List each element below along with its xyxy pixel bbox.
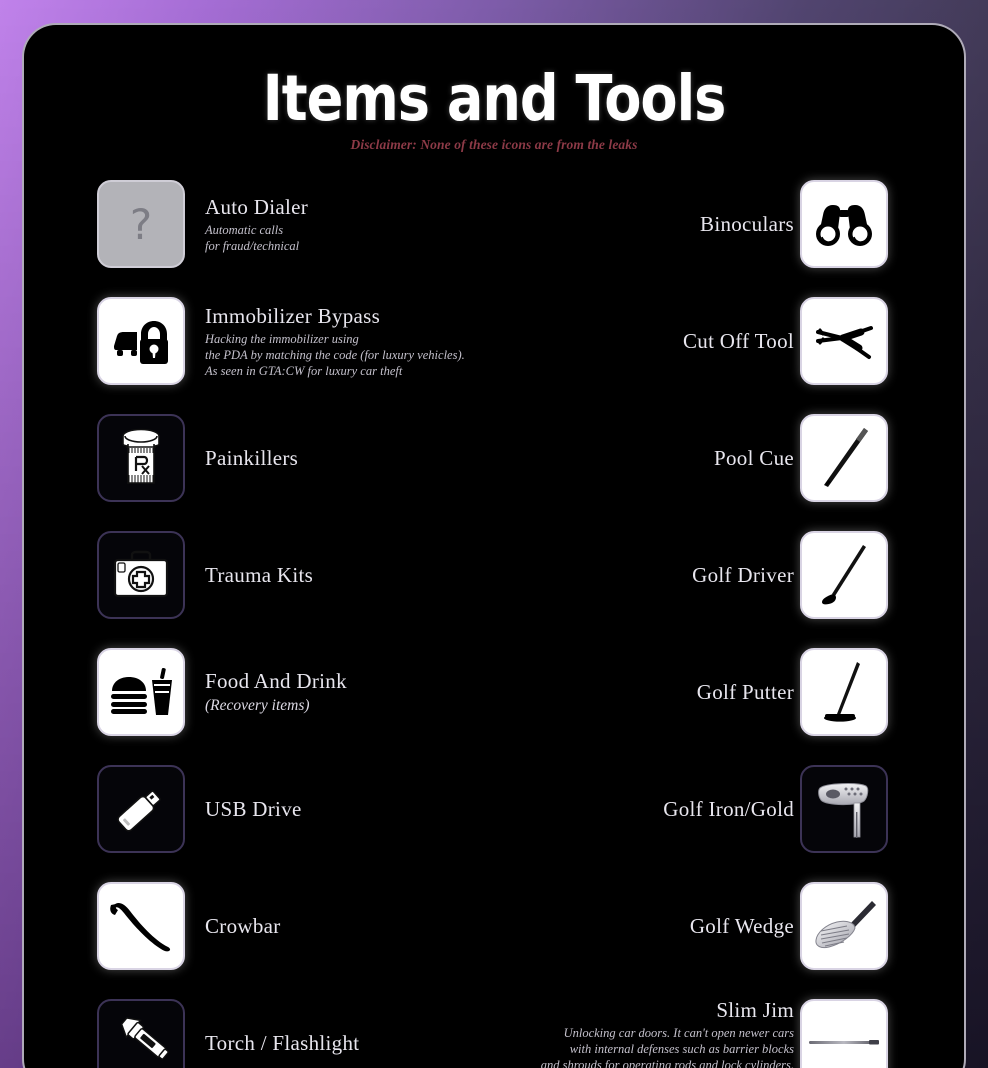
item-tile-question-mark-icon[interactable]: ? bbox=[97, 180, 185, 268]
item-name: Golf Putter bbox=[696, 679, 794, 704]
pool-cue-icon bbox=[814, 425, 874, 491]
page-title: Items and Tools bbox=[262, 62, 727, 135]
item-name: Painkillers bbox=[205, 445, 299, 470]
item-name: Golf Iron/Gold bbox=[663, 796, 794, 821]
item-tile-golf-iron-icon[interactable] bbox=[800, 765, 888, 853]
item-description: Automatic calls for fraud/technical bbox=[205, 222, 300, 253]
item-tile-usb-drive-icon[interactable] bbox=[97, 765, 185, 853]
item-tile-crowbar-icon[interactable] bbox=[97, 882, 185, 970]
item-text-block: Golf Putter bbox=[354, 634, 794, 751]
slim-jim-icon bbox=[807, 1033, 881, 1053]
binoculars-icon bbox=[813, 201, 875, 247]
item-tile-pool-cue-icon[interactable] bbox=[800, 414, 888, 502]
item-row: ? Auto Dialer Automatic calls for fraud/te… bbox=[24, 166, 964, 283]
item-text-block: Golf Iron/Gold bbox=[354, 751, 794, 868]
bolt-cutter-icon bbox=[812, 315, 876, 367]
item-text-block: Pool Cue bbox=[354, 400, 794, 517]
item-text-block: Binoculars bbox=[354, 166, 794, 283]
flashlight-icon bbox=[108, 1012, 174, 1068]
item-tile-slim-jim-icon[interactable] bbox=[800, 999, 888, 1068]
item-text-block: Cut Off Tool bbox=[354, 283, 794, 400]
usb-drive-icon bbox=[110, 779, 172, 839]
item-name: Golf Driver bbox=[692, 562, 794, 587]
item-tile-burger-drink-icon[interactable] bbox=[97, 648, 185, 736]
item-description: Unlocking car doors. It can't open newer… bbox=[540, 1025, 794, 1068]
car-lock-icon bbox=[110, 316, 172, 366]
panel-header: Items and Tools Disclaimer: None of thes… bbox=[24, 25, 964, 153]
item-tile-golf-wedge-icon[interactable] bbox=[800, 882, 888, 970]
items-grid: ? Auto Dialer Automatic calls for fraud/te… bbox=[24, 166, 964, 1068]
first-aid-kit-icon bbox=[110, 550, 172, 600]
disclaimer-text: Disclaimer: None of these icons are from… bbox=[350, 137, 638, 152]
item-name: Golf Wedge bbox=[689, 913, 794, 938]
item-name: Food And Drink bbox=[205, 669, 347, 694]
crowbar-icon bbox=[106, 896, 176, 956]
item-row: Food And Drink (Recovery items) Golf Putte… bbox=[24, 634, 964, 751]
item-row: Immobilizer Bypass Hacking the immobilize… bbox=[24, 283, 964, 400]
item-tile-golf-driver-icon[interactable] bbox=[800, 531, 888, 619]
item-row: Torch / Flashlight Slim Jim Unlocking car … bbox=[24, 985, 964, 1068]
item-tile-pill-bottle-icon[interactable] bbox=[97, 414, 185, 502]
item-tile-car-lock-icon[interactable] bbox=[97, 297, 185, 385]
golf-wedge-icon bbox=[809, 895, 879, 957]
item-name: Trauma Kits bbox=[205, 562, 314, 587]
item-tile-flashlight-icon[interactable] bbox=[97, 999, 185, 1068]
item-text-block: Slim Jim Unlocking car doors. It can't op… bbox=[354, 985, 794, 1068]
burger-drink-icon bbox=[108, 667, 174, 717]
item-row: Painkillers Pool Cue bbox=[24, 400, 964, 517]
item-name: Auto Dialer bbox=[205, 195, 309, 220]
item-tile-binoculars-icon[interactable] bbox=[800, 180, 888, 268]
item-name: Torch / Flashlight bbox=[205, 1030, 360, 1055]
question-mark-glyph: ? bbox=[129, 199, 153, 249]
item-row: USB Drive Golf Iron/Gold bbox=[24, 751, 964, 868]
golf-putter-icon bbox=[815, 659, 873, 725]
item-row: Trauma Kits Golf Driver bbox=[24, 517, 964, 634]
pill-bottle-icon bbox=[115, 427, 167, 489]
items-and-tools-panel: Items and Tools Disclaimer: None of thes… bbox=[22, 23, 966, 1068]
item-name: Pool Cue bbox=[714, 445, 794, 470]
item-name: Binoculars bbox=[700, 211, 794, 236]
item-tile-bolt-cutter-icon[interactable] bbox=[800, 297, 888, 385]
item-name: Slim Jim bbox=[716, 998, 794, 1023]
item-description: (Recovery items) bbox=[205, 696, 310, 714]
item-text-block: Golf Driver bbox=[354, 517, 794, 634]
item-tile-first-aid-kit-icon[interactable] bbox=[97, 531, 185, 619]
golf-iron-icon bbox=[812, 778, 876, 840]
golf-driver-icon bbox=[815, 542, 873, 608]
item-name: Crowbar bbox=[205, 913, 281, 938]
item-row: Crowbar Golf Wedge bbox=[24, 868, 964, 985]
item-tile-golf-putter-icon[interactable] bbox=[800, 648, 888, 736]
item-name: Cut Off Tool bbox=[682, 328, 794, 353]
question-mark-icon: ? bbox=[130, 200, 152, 249]
item-text-block: Golf Wedge bbox=[354, 868, 794, 985]
item-name: USB Drive bbox=[205, 796, 302, 821]
